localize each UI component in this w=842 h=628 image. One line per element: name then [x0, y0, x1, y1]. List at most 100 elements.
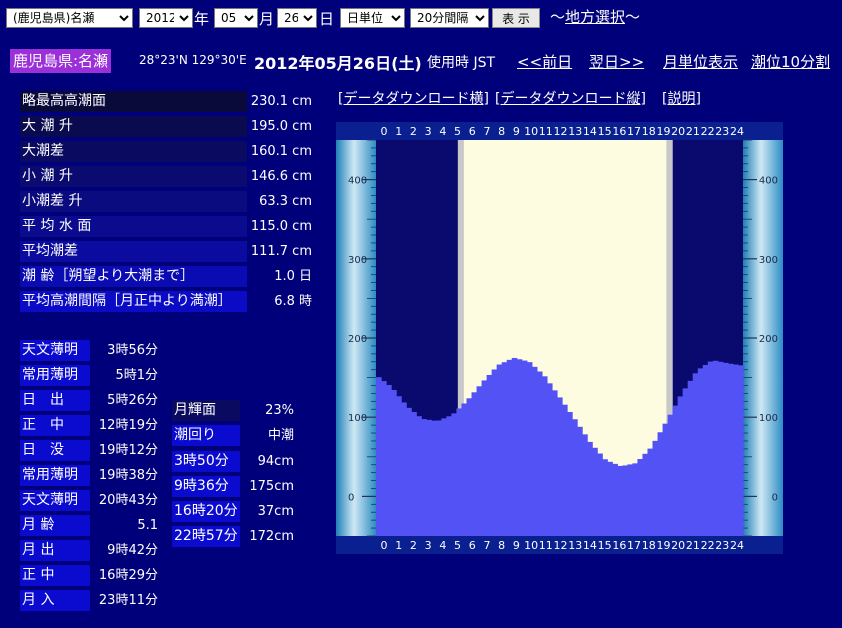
station-badge: 鹿児島県:名瀬 — [10, 49, 112, 73]
tide-bar — [737, 365, 744, 536]
sun-moon-label: 月 齢 — [20, 515, 90, 536]
tide-bar — [391, 389, 397, 536]
ten-minute-link[interactable]: 潮位10分割 — [751, 51, 830, 72]
month-view-link[interactable]: 月単位表示 — [663, 51, 738, 72]
interval-select[interactable]: 20分間隔 — [410, 8, 489, 28]
tide-bar — [672, 405, 679, 536]
tide-bar — [531, 366, 538, 536]
tide-bar — [642, 453, 649, 536]
tide-bar — [597, 453, 603, 536]
sun-moon-value: 20時43分 — [98, 493, 158, 508]
hour-tick-label: 15 — [598, 125, 612, 138]
tide-bar — [632, 463, 639, 536]
tide-bar — [652, 440, 659, 536]
tide-info-row: 大潮差 160.1 cm — [20, 140, 312, 162]
next-day-link[interactable]: 翌日>> — [589, 51, 644, 72]
hour-tick-label: 2 — [410, 125, 417, 138]
tide-bar — [697, 368, 704, 536]
display-button[interactable]: 表 示 — [492, 8, 540, 28]
region-prefix: ～ — [550, 8, 566, 26]
tide-bar — [622, 465, 628, 536]
tide-info-value: 6.8 時 — [274, 294, 312, 309]
hour-tick-label: 5 — [454, 539, 461, 552]
hour-tick-label: 3 — [425, 125, 432, 138]
sun-moon-label: 月 入 — [20, 590, 90, 611]
sun-moon-label: 日 没 — [20, 440, 90, 461]
sun-moon-row: 常用薄明 5時1分 — [20, 364, 158, 386]
ruler-label: 200 — [759, 334, 778, 345]
sun-moon-label: 天文薄明 — [20, 340, 90, 361]
hour-tick-label: 22 — [701, 539, 715, 552]
sun-moon-row: 常用薄明 19時38分 — [20, 464, 158, 486]
tide-bar — [727, 363, 734, 536]
moon-info-row: 月輝面 23% — [172, 399, 298, 421]
sun-moon-row: 月 入 23時11分 — [20, 589, 158, 611]
ruler-label: 400 — [348, 176, 367, 187]
ruler-label: 300 — [348, 255, 367, 266]
tide-info-value: 195.0 cm — [250, 119, 312, 134]
tide-bar — [712, 360, 719, 536]
hour-tick-label: 11 — [539, 539, 553, 552]
tide-bar — [612, 463, 618, 536]
hour-tick-label: 19 — [656, 125, 670, 138]
station-select[interactable]: (鹿児島県)名瀬 — [6, 8, 133, 28]
tide-info-row: 平 均 水 面 115.0 cm — [20, 215, 312, 237]
tide-bar — [491, 369, 498, 536]
hour-tick-label: 23 — [715, 125, 729, 138]
year-select[interactable]: 2012 — [139, 8, 193, 28]
sun-moon-label: 正 中 — [20, 415, 90, 436]
prev-day-link[interactable]: <<前日 — [517, 51, 572, 72]
hour-tick-label: 6 — [469, 539, 476, 552]
tide-info-value: 160.1 cm — [250, 144, 312, 159]
tide-bar — [702, 364, 709, 536]
download-vertical-link[interactable]: [データダウンロード縦] — [495, 88, 646, 108]
tide-bar — [381, 381, 387, 536]
tide-bar — [602, 459, 608, 536]
hour-tick-label: 17 — [627, 125, 641, 138]
tide-info-value: 115.0 cm — [250, 219, 312, 234]
tide-bar — [556, 397, 563, 536]
tide-bar — [431, 420, 437, 536]
tide-bar — [426, 419, 432, 536]
sun-moon-label: 日 出 — [20, 390, 90, 411]
sun-moon-value: 5.1 — [137, 518, 158, 533]
tide-bar — [456, 408, 463, 536]
tide-info-row: 略最高高潮面 230.1 cm — [20, 90, 312, 112]
sun-moon-label: 天文薄明 — [20, 490, 90, 511]
explanation-link[interactable]: [説明] — [662, 88, 701, 108]
tide-bar — [401, 402, 407, 536]
sun-moon-value: 16時29分 — [98, 568, 158, 583]
month-select[interactable]: 05 — [214, 8, 258, 28]
tide-bar — [501, 362, 508, 536]
hour-tick-label: 0 — [381, 125, 388, 138]
download-horizontal-link[interactable]: [データダウンロード横] — [338, 88, 489, 108]
tide-extreme-height: 37cm — [257, 504, 294, 519]
region-link[interactable]: 地方選択 — [565, 8, 625, 26]
ruler-label: 200 — [348, 334, 367, 345]
tide-bar — [521, 360, 528, 536]
hour-tick-label: 2 — [410, 539, 417, 552]
day-select[interactable]: 26 — [277, 8, 317, 28]
tide-bar — [692, 373, 699, 536]
hour-tick-label: 18 — [642, 539, 656, 552]
sun-moon-label: 常用薄明 — [20, 365, 90, 386]
sun-moon-value: 5時1分 — [115, 368, 158, 383]
tide-bar — [732, 364, 739, 536]
timezone-label: 使用時 JST — [427, 55, 496, 71]
tide-bar — [722, 362, 729, 536]
period-select[interactable]: 日単位 — [340, 8, 405, 28]
tide-bar — [511, 357, 518, 536]
tide-bar — [707, 361, 714, 536]
tide-bar — [436, 420, 442, 536]
tide-extreme-time: 16時20分 — [172, 501, 240, 522]
tide-bar — [496, 364, 503, 536]
tide-extreme-row: 9時36分 175cm — [172, 475, 298, 497]
tide-bar — [471, 392, 478, 536]
date-title: 2012年05月26日(土) — [254, 54, 422, 73]
tide-info-label: 平均潮差 — [20, 241, 247, 262]
year-unit: 年 — [194, 10, 210, 28]
sun-moon-label: 月 出 — [20, 540, 90, 561]
tide-info-value: 146.6 cm — [250, 169, 312, 184]
hour-tick-label: 14 — [583, 125, 597, 138]
tide-extreme-height: 172cm — [249, 529, 294, 544]
